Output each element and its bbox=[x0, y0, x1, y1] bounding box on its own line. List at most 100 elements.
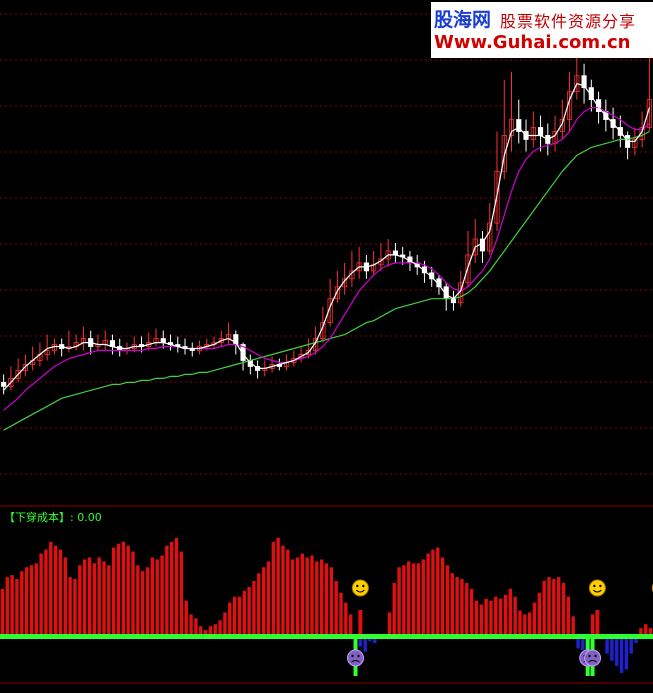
indicator-bar bbox=[97, 557, 101, 636]
indicator-bar bbox=[257, 573, 261, 636]
indicator-bar bbox=[121, 541, 126, 636]
indicator-bar bbox=[455, 577, 459, 636]
indicator-bar bbox=[479, 604, 483, 636]
indicator-bar bbox=[527, 612, 532, 636]
sad-face-eye bbox=[351, 654, 354, 658]
candle-body bbox=[1, 381, 7, 387]
indicator-bar bbox=[329, 567, 334, 636]
indicator-bar bbox=[445, 565, 450, 636]
indicator-bar bbox=[102, 561, 106, 636]
indicator-bar bbox=[494, 596, 498, 636]
indicator-bar bbox=[189, 614, 193, 636]
sad-face-eye bbox=[357, 654, 360, 658]
smiley-face-eye bbox=[362, 584, 365, 588]
ma-long-line bbox=[3, 130, 650, 431]
indicator-bar bbox=[136, 565, 140, 636]
indicator-bar bbox=[315, 561, 319, 636]
indicator-bar bbox=[194, 618, 198, 636]
indicator-bar bbox=[615, 636, 619, 666]
indicator-bar bbox=[87, 557, 92, 636]
indicator-bar bbox=[305, 557, 309, 636]
indicator-bar bbox=[590, 614, 595, 636]
indicator-bar bbox=[566, 596, 571, 636]
indicator-bar bbox=[411, 563, 416, 636]
indicator-bar bbox=[131, 551, 135, 636]
indicator-value: : 0.00 bbox=[70, 511, 102, 524]
indicator-bar bbox=[237, 596, 242, 636]
indicator-bar bbox=[421, 559, 425, 636]
indicator-bar bbox=[126, 545, 130, 636]
indicator-bar bbox=[523, 614, 527, 636]
indicator-bar bbox=[170, 541, 174, 636]
indicator-bar bbox=[232, 596, 237, 636]
smiley-face-icon bbox=[588, 579, 606, 597]
indicator-bar bbox=[402, 565, 406, 636]
indicator-bar bbox=[460, 579, 464, 636]
indicator-bar bbox=[561, 582, 566, 636]
indicator-bar bbox=[140, 571, 145, 636]
indicator-bar bbox=[179, 551, 184, 636]
smiley-face-eye bbox=[593, 584, 596, 588]
indicator-bar bbox=[397, 567, 401, 636]
indicator-bar bbox=[252, 581, 256, 636]
indicator-bar bbox=[426, 553, 430, 636]
indicator-label: 【下穿成本】: 0.00 bbox=[4, 509, 102, 525]
indicator-bar bbox=[547, 577, 551, 636]
watermark-slogan: 股票软件资源分享 bbox=[500, 12, 637, 31]
indicator-bar bbox=[281, 545, 285, 636]
indicator-bar bbox=[165, 545, 169, 636]
sad-face-icon bbox=[347, 649, 365, 667]
indicator-bar bbox=[498, 598, 503, 636]
candle-body bbox=[537, 127, 544, 136]
smiley-face-eye bbox=[599, 584, 602, 588]
indicator-bar bbox=[68, 577, 72, 636]
indicator-bar bbox=[82, 559, 87, 636]
indicator-bar bbox=[532, 602, 537, 636]
indicator-bar bbox=[348, 614, 353, 636]
indicator-bar bbox=[508, 588, 513, 636]
indicator-bar bbox=[29, 565, 34, 636]
indicator-bar bbox=[344, 602, 348, 636]
indicator-bar bbox=[49, 541, 53, 636]
indicator-bar bbox=[58, 549, 63, 636]
indicator-bar bbox=[145, 567, 150, 636]
indicator-bar bbox=[610, 636, 614, 661]
indicator-bar bbox=[571, 616, 575, 636]
indicator-bar bbox=[44, 549, 48, 636]
indicator-bar bbox=[155, 559, 159, 636]
candle-body bbox=[160, 338, 166, 343]
indicator-bar bbox=[619, 636, 624, 673]
indicator-bar bbox=[319, 559, 324, 636]
indicator-bar bbox=[276, 537, 280, 636]
indicator-bar bbox=[286, 549, 290, 636]
indicator-bar bbox=[116, 543, 121, 636]
indicator-bar bbox=[92, 563, 97, 636]
indicator-bar bbox=[34, 563, 38, 636]
signal-stem bbox=[595, 610, 600, 634]
indicator-bar bbox=[290, 559, 295, 636]
indicator-bar bbox=[469, 588, 474, 636]
indicator-bar bbox=[436, 547, 440, 636]
indicator-bar bbox=[228, 602, 232, 636]
indicator-bar bbox=[15, 579, 19, 636]
indicator-bar bbox=[174, 537, 179, 636]
indicator-bar bbox=[513, 596, 517, 636]
indicator-bar bbox=[218, 620, 222, 636]
indicator-bar bbox=[24, 567, 29, 636]
indicator-bar bbox=[223, 612, 227, 636]
indicator-bar bbox=[489, 600, 493, 636]
indicator-bar bbox=[310, 555, 314, 636]
indicator-bar bbox=[150, 557, 155, 636]
indicator-bar bbox=[111, 547, 116, 636]
sad-face-eye bbox=[588, 654, 591, 658]
indicator-bar bbox=[63, 557, 67, 636]
indicator-bar bbox=[450, 573, 454, 636]
indicator-bar bbox=[107, 565, 111, 636]
indicator-bar bbox=[484, 598, 488, 636]
indicator-bar bbox=[39, 553, 43, 636]
indicator-bar bbox=[334, 581, 338, 636]
indicator-bar bbox=[624, 636, 629, 670]
indicator-bar bbox=[465, 582, 469, 636]
sad-face-eye bbox=[594, 654, 597, 658]
indicator-bar bbox=[552, 579, 556, 636]
